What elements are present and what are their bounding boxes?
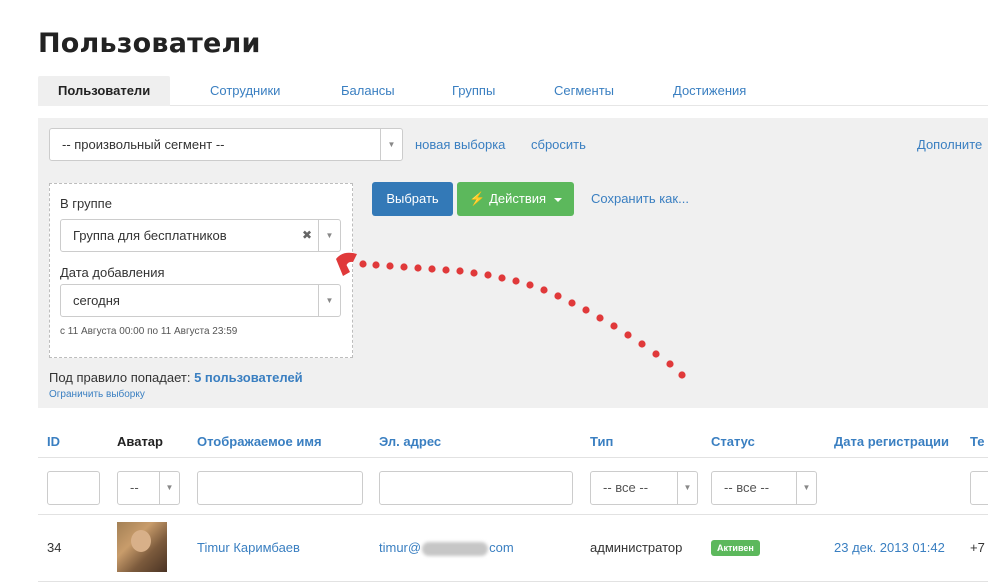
page-title: Пользователи [38, 28, 261, 59]
status-filter-value: -- все -- [724, 480, 770, 495]
segment-select[interactable]: -- произвольный сегмент -- ▼ [49, 128, 403, 161]
actions-button[interactable]: ⚡ Действия [457, 182, 574, 216]
chevron-down-icon: ▼ [380, 129, 402, 160]
tab-balances[interactable]: Балансы [341, 76, 395, 106]
tab-segments[interactable]: Сегменты [554, 76, 614, 106]
reset-link[interactable]: сбросить [531, 137, 586, 152]
chevron-down-icon: ▼ [159, 472, 179, 504]
rule-count-prefix: Под правило попадает: [49, 370, 191, 385]
table-divider [38, 457, 988, 458]
caret-down-icon [553, 197, 562, 202]
date-filter-label: Дата добавления [60, 265, 165, 280]
chevron-down-icon: ▼ [796, 472, 816, 504]
row-name-link[interactable]: Timur Каримбаев [197, 540, 300, 555]
tab-groups[interactable]: Группы [452, 76, 495, 106]
select-button[interactable]: Выбрать [372, 182, 453, 216]
row-email-link[interactable]: timur@ com [379, 540, 514, 556]
date-range-hint: с 11 Августа 00:00 по 11 Августа 23:59 [60, 326, 238, 337]
save-as-link[interactable]: Сохранить как... [591, 191, 689, 206]
avatar[interactable] [117, 522, 167, 572]
tab-users[interactable]: Пользователи [38, 76, 171, 106]
status-filter-select[interactable]: -- все -- ▼ [711, 471, 817, 505]
tab-bar: Пользователи Сотрудники Балансы Группы С… [38, 76, 988, 106]
filter-panel: -- произвольный сегмент -- ▼ новая выбор… [38, 118, 988, 408]
new-selection-link[interactable]: новая выборка [415, 137, 505, 152]
segment-select-value: -- произвольный сегмент -- [62, 137, 225, 152]
type-filter-select[interactable]: -- все -- ▼ [590, 471, 698, 505]
group-select[interactable]: Группа для бесплатников ✖ ▼ [60, 219, 341, 252]
rule-filter-box: В группе Группа для бесплатников ✖ ▼ Дат… [49, 183, 353, 358]
phone-filter-input[interactable] [970, 471, 988, 505]
row-phone: +7 [970, 540, 985, 555]
rule-count-value[interactable]: 5 пользователей [194, 370, 303, 385]
column-header-id[interactable]: ID [47, 434, 60, 449]
column-header-avatar: Аватар [117, 434, 163, 449]
actions-button-label: Действия [489, 191, 547, 206]
row-type: администратор [590, 540, 683, 555]
name-filter-input[interactable] [197, 471, 363, 505]
chevron-down-icon: ▼ [318, 220, 340, 251]
table-divider [38, 581, 988, 582]
redacted-blur [422, 541, 489, 556]
tab-achievements[interactable]: Достижения [673, 76, 746, 106]
column-header-email[interactable]: Эл. адрес [379, 434, 441, 449]
column-header-status[interactable]: Статус [711, 434, 755, 449]
close-icon[interactable]: ✖ [302, 220, 312, 251]
rule-count-text: Под правило попадает: 5 пользователей [49, 370, 303, 385]
status-badge: Активен [711, 540, 760, 556]
email-suffix: com [489, 540, 514, 555]
column-header-name[interactable]: Отображаемое имя [197, 434, 322, 449]
avatar-filter-value: -- [130, 480, 139, 495]
table-divider [38, 514, 988, 515]
row-id: 34 [47, 540, 62, 555]
date-select[interactable]: сегодня ▼ [60, 284, 341, 317]
group-filter-label: В группе [60, 196, 112, 211]
id-filter-input[interactable] [47, 471, 100, 505]
group-select-value: Группа для бесплатников [73, 228, 227, 243]
email-prefix: timur@ [379, 540, 422, 555]
chevron-down-icon: ▼ [318, 285, 340, 316]
row-reg-date[interactable]: 23 дек. 2013 01:42 [834, 540, 945, 555]
column-header-type[interactable]: Тип [590, 434, 613, 449]
column-header-reg-date[interactable]: Дата регистрации [834, 434, 949, 449]
tab-employees[interactable]: Сотрудники [210, 76, 280, 106]
email-filter-input[interactable] [379, 471, 573, 505]
avatar-filter-select[interactable]: -- ▼ [117, 471, 180, 505]
more-link[interactable]: Дополните [917, 137, 982, 152]
lightning-icon: ⚡ [469, 191, 486, 206]
column-header-phone[interactable]: Те [970, 434, 985, 449]
limit-selection-link[interactable]: Ограничить выборку [49, 389, 145, 400]
type-filter-value: -- все -- [603, 480, 649, 495]
date-select-value: сегодня [73, 293, 120, 308]
chevron-down-icon: ▼ [677, 472, 697, 504]
